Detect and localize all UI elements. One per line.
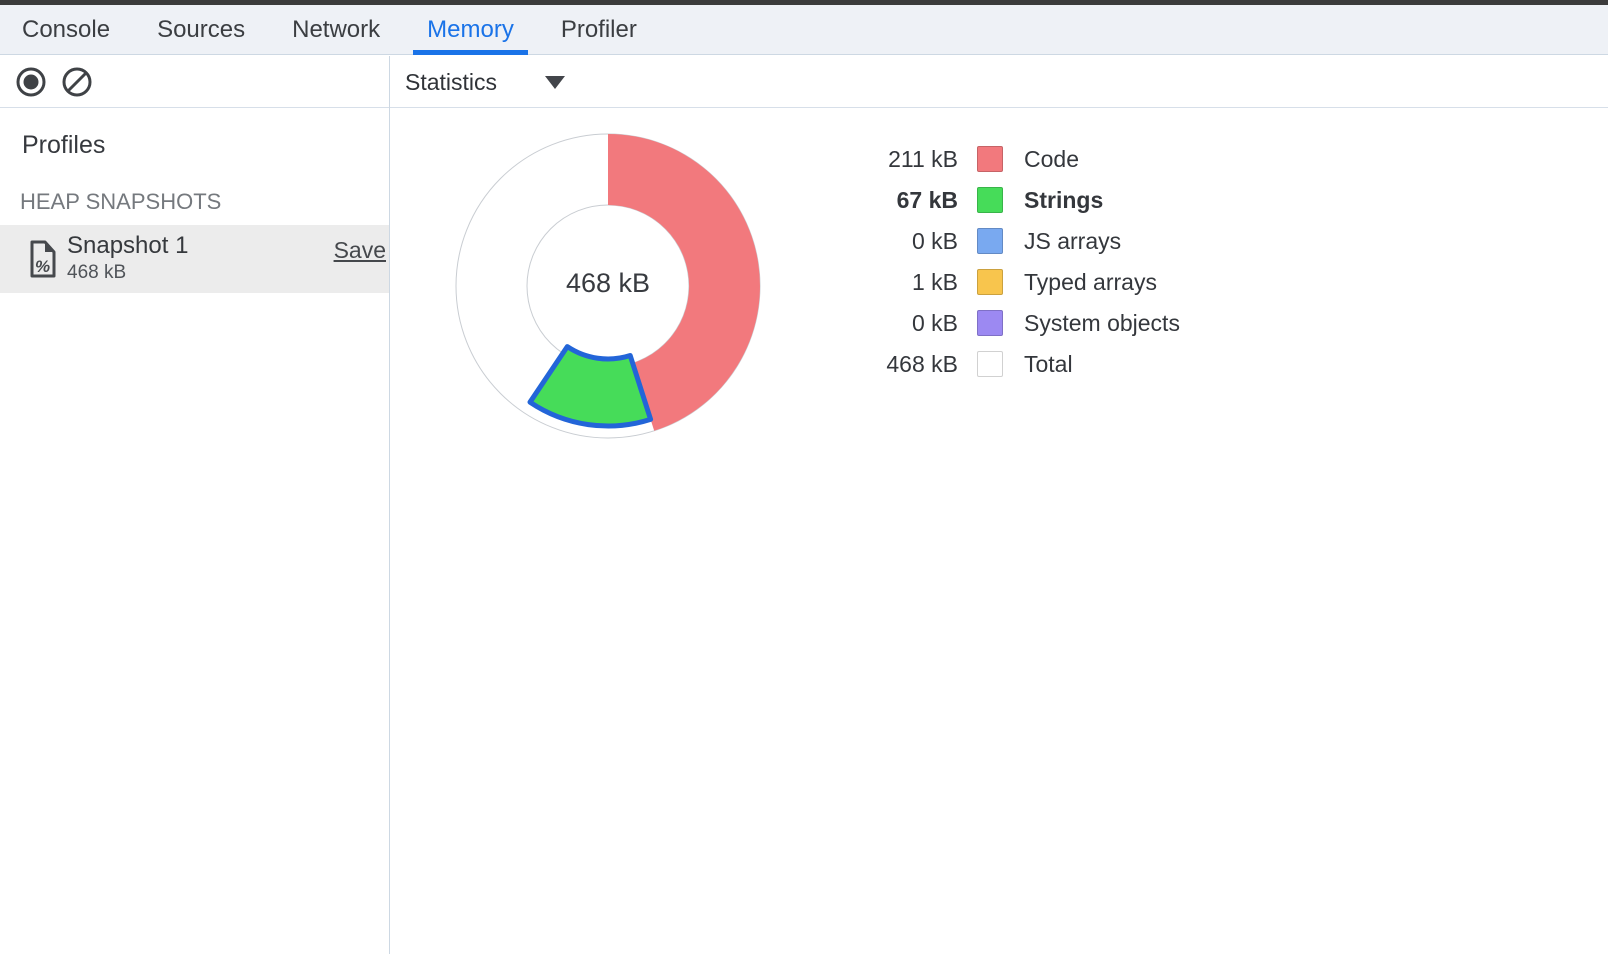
devtools-tab-bar: Console Sources Network Memory Profiler [0, 5, 1608, 55]
svg-text:%: % [35, 257, 50, 276]
sidebar-item-snapshot-1[interactable]: % Snapshot 1 468 kB Save [0, 225, 389, 293]
legend-label: Strings [1024, 187, 1103, 214]
legend-swatch-strings [977, 187, 1003, 213]
donut-slice-strings-selected[interactable] [530, 347, 651, 426]
chevron-down-icon [545, 76, 565, 89]
legend-value: 211 kB [818, 146, 958, 173]
tab-profiler[interactable]: Profiler [547, 5, 651, 54]
snapshot-size: 468 kB [67, 262, 126, 284]
tab-network[interactable]: Network [278, 5, 394, 54]
snapshot-title: Snapshot 1 [67, 232, 188, 260]
tab-sources[interactable]: Sources [143, 5, 259, 54]
donut-center-total-label: 468 kB [566, 268, 650, 298]
record-icon [15, 66, 47, 98]
legend-row-total[interactable]: 468 kB Total [818, 351, 1180, 377]
perspective-dropdown[interactable]: Statistics [405, 56, 565, 108]
chart-legend: 211 kB Code 67 kB Strings 0 kB JS arrays… [818, 146, 1180, 392]
heap-snapshots-section-heading: HEAP SNAPSHOTS [20, 189, 221, 215]
record-heap-snapshot-button[interactable] [15, 66, 47, 98]
tab-memory[interactable]: Memory [413, 5, 528, 54]
perspective-dropdown-label: Statistics [405, 69, 497, 96]
profiles-heading: Profiles [22, 131, 105, 160]
legend-row-typed-arrays[interactable]: 1 kB Typed arrays [818, 269, 1180, 295]
statistics-donut-chart: 468 kB [430, 105, 790, 455]
save-snapshot-link[interactable]: Save [334, 237, 386, 264]
legend-value: 1 kB [818, 269, 958, 296]
clear-icon [61, 66, 93, 98]
legend-value: 468 kB [818, 351, 958, 378]
legend-value: 0 kB [818, 310, 958, 337]
legend-value: 0 kB [818, 228, 958, 255]
legend-swatch-code [977, 146, 1003, 172]
legend-label: JS arrays [1024, 228, 1121, 255]
legend-label: Typed arrays [1024, 269, 1157, 296]
legend-swatch-typed-arrays [977, 269, 1003, 295]
legend-row-strings[interactable]: 67 kB Strings [818, 187, 1180, 213]
tab-console[interactable]: Console [8, 5, 124, 54]
legend-row-code[interactable]: 211 kB Code [818, 146, 1180, 172]
legend-row-system-objects[interactable]: 0 kB System objects [818, 310, 1180, 336]
legend-swatch-js-arrays [977, 228, 1003, 254]
heap-snapshot-document-icon: % [28, 239, 58, 284]
legend-value: 67 kB [818, 187, 958, 214]
sidebar-main-divider [389, 56, 390, 954]
legend-swatch-total [977, 351, 1003, 377]
clear-profiles-button[interactable] [61, 66, 93, 98]
legend-label: Code [1024, 146, 1079, 173]
legend-row-js-arrays[interactable]: 0 kB JS arrays [818, 228, 1180, 254]
legend-label: System objects [1024, 310, 1180, 337]
legend-swatch-system-objects [977, 310, 1003, 336]
legend-label: Total [1024, 351, 1073, 378]
memory-toolbar: Statistics [0, 56, 1608, 108]
